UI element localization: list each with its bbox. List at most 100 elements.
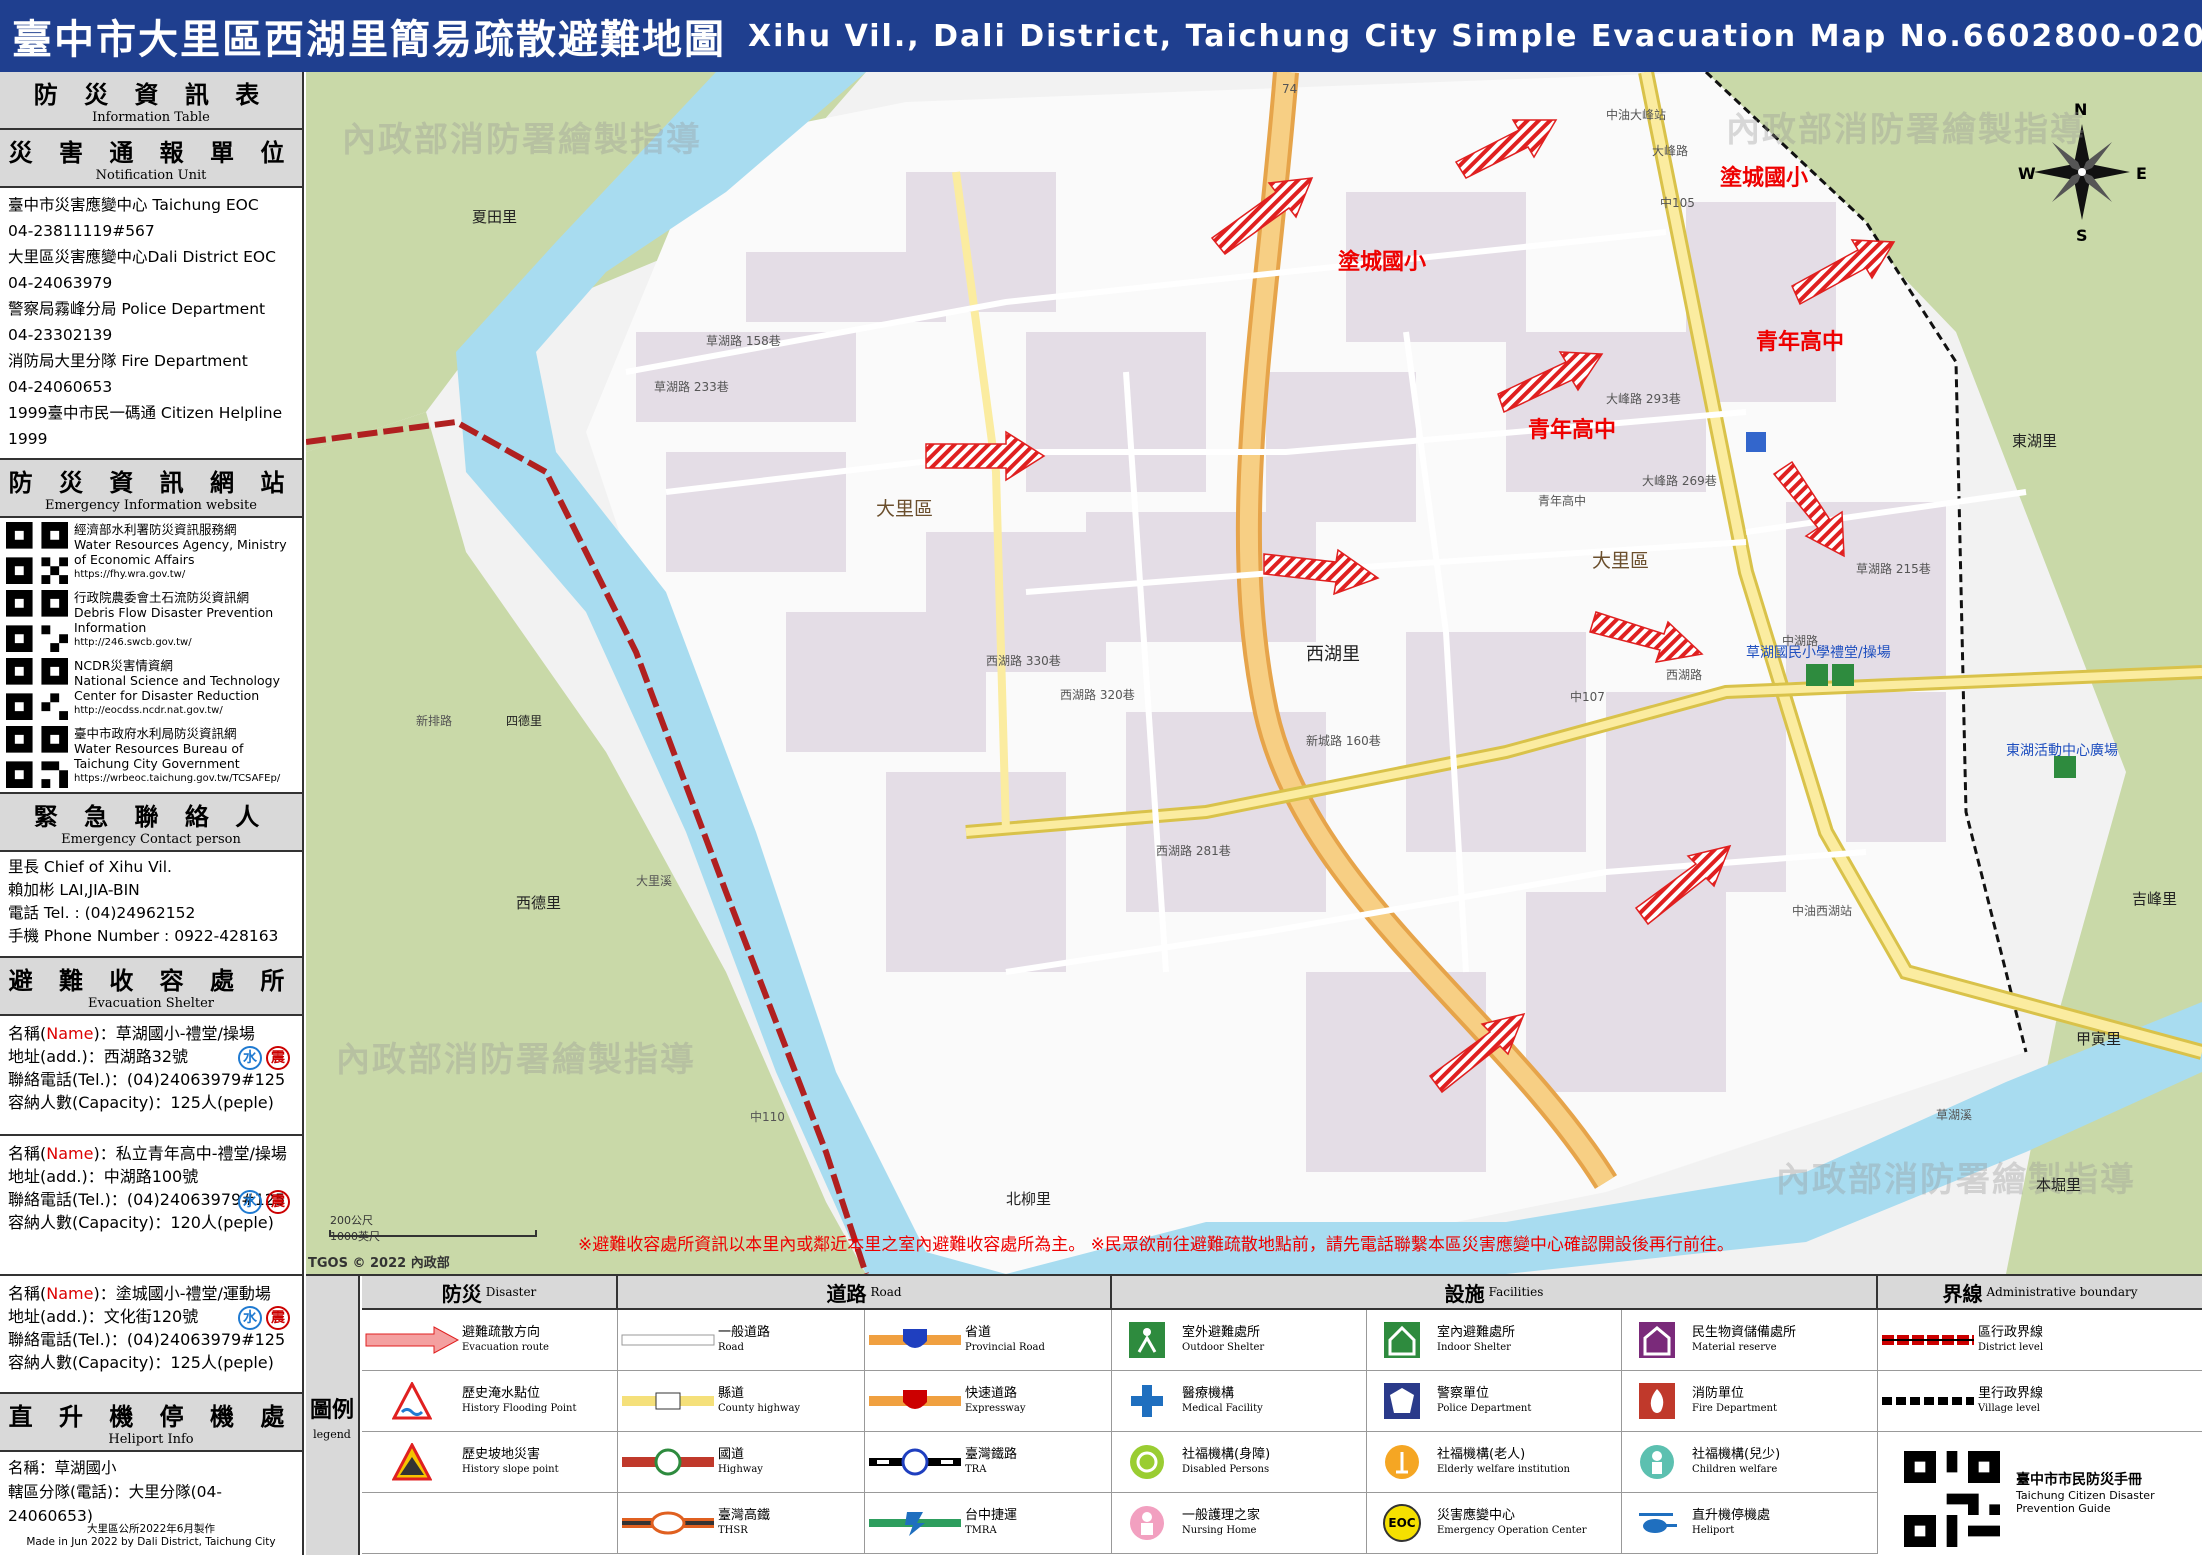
- shelter-name: 私立青年高中-禮堂/操場: [115, 1144, 287, 1163]
- shelter-notice: ※避難收容處所資訊以本里內或鄰近本里之室內避難收容處所為主。 ※民眾欲前往避難疏…: [578, 1235, 1734, 1255]
- website-name-en: Water Resources Agency, Ministry of Econ…: [74, 537, 287, 567]
- road-label: 大峰路: [1652, 144, 1689, 158]
- road-label: 草湖路 158巷: [706, 334, 781, 348]
- made-by-zh: 大里區公所2022年6月製作: [87, 1523, 215, 1535]
- area-label: 東湖里: [2012, 432, 2058, 450]
- notification-line: 1999: [8, 430, 48, 448]
- website-url[interactable]: https://fhy.wra.gov.tw/: [74, 567, 296, 582]
- name-suffix: )：: [93, 1284, 116, 1303]
- heliport-title: 直 升 機 停 機 處: [8, 1403, 294, 1431]
- flood-shelter-badge: 水: [238, 1190, 262, 1214]
- expressway-symbol: [869, 1390, 961, 1409]
- shelter-title: 避 難 收 容 處 所: [8, 967, 294, 995]
- notification-line: 04-23302139: [8, 326, 113, 344]
- road-label: 新排路: [416, 714, 453, 728]
- caohu-school-label: 草湖國民小學禮堂/操場: [1746, 645, 1891, 661]
- disaster-guide-qr-icon[interactable]: [1904, 1451, 2000, 1547]
- legend-highway: 國道 Highway: [618, 1432, 865, 1493]
- website-name-en: Debris Flow Disaster Prevention Informat…: [74, 605, 274, 635]
- info-table-title: 防 災 資 訊 表: [33, 81, 269, 109]
- legend-title: 圖例 legend: [306, 1276, 360, 1555]
- quake-shelter-badge: 震: [266, 1306, 290, 1330]
- map-legend: 圖例 legend 防災 Disaster 道路 Road 設施 Facilities…: [306, 1274, 2202, 1555]
- county-highway-symbol: [622, 1392, 714, 1410]
- notification-list: 臺中市災害應變中心 Taichung EOC 04-23811119#567 大…: [0, 188, 302, 458]
- watermark: 內政部消防署繪製指導: [1776, 1160, 2136, 1200]
- road-label: 中油西湖站: [1792, 904, 1853, 918]
- website-item[interactable]: 經濟部水利署防災資訊服務網 Water Resources Agency, Min…: [0, 518, 302, 586]
- legend-district-boundary: 區行政界線 District level: [1878, 1310, 2202, 1371]
- info-table-header: 防 災 資 訊 表 Information Table: [0, 72, 302, 130]
- shelter-capacity: 容納人數(Capacity)：120人(peple): [8, 1213, 274, 1232]
- scale-feet: 1000英尺: [330, 1230, 380, 1243]
- website-item[interactable]: NCDR災害情資網 National Science and Technology…: [0, 654, 302, 722]
- name-suffix: )：: [93, 1024, 116, 1043]
- heliport-subtitle: Heliport Info: [108, 1432, 194, 1447]
- disaster-guide-label: 臺中市市民防災手冊 Taichung Citizen Disaster Prev…: [2016, 1471, 2155, 1515]
- heliport-line: 轄區分隊(電話)：大里分隊(04-24060653): [8, 1483, 222, 1525]
- notification-line: 警察局霧峰分局 Police Department: [8, 300, 266, 318]
- shelter-header: 避 難 收 容 處 所 Evacuation Shelter: [0, 956, 302, 1016]
- evacuation-map[interactable]: N S E W 內政部消防署繪製指導 內政部消防署繪製指導 內政部消防署繪製指導…: [306, 72, 2202, 1274]
- road-label: 草湖路 233巷: [654, 380, 729, 394]
- legend-village-boundary: 里行政界線 Village level: [1878, 1371, 2202, 1432]
- area-label: 西德里: [516, 894, 562, 912]
- legend-disabled-welfare: 社福機構(身障) Disabled Persons: [1112, 1432, 1367, 1493]
- legend-children-welfare: 社福機構(兒少) Children welfare: [1622, 1432, 1878, 1493]
- website-url[interactable]: https://wrbeoc.taichung.gov.tw/TCSAFEp/: [74, 771, 296, 786]
- guide-zh: 臺中市市民防災手冊: [2016, 1472, 2142, 1488]
- notification-title: 災 害 通 報 單 位: [8, 139, 294, 167]
- area-label: 吉峰里: [2132, 890, 2178, 908]
- shelter-address: 地址(add.)：西湖路32號: [8, 1047, 189, 1066]
- area-label: 西湖里: [1306, 644, 1360, 665]
- legend-eoc: EOC 災害應變中心 Emergency Operation Center: [1367, 1493, 1622, 1554]
- map-canvas: [306, 72, 2202, 1274]
- area-label: 大里區: [876, 498, 934, 520]
- shelter-capacity: 容納人數(Capacity)：125人(peple): [8, 1093, 274, 1112]
- guide-en-2: Prevention Guide: [2016, 1502, 2111, 1515]
- shelter-name: 草湖國小-禮堂/操場: [115, 1024, 255, 1043]
- road-label: 草湖溪: [1936, 1108, 1973, 1122]
- legend-police: 警察單位 Police Department: [1367, 1371, 1622, 1432]
- highway-symbol: [622, 1448, 714, 1476]
- website-url[interactable]: http://246.swcb.gov.tw/: [74, 635, 296, 650]
- name-word: Name: [46, 1144, 94, 1163]
- medical-icon: [1131, 1385, 1163, 1417]
- info-table-subtitle: Information Table: [92, 110, 210, 125]
- hsr-symbol: [622, 1511, 714, 1535]
- road-label: 西湖路 281巷: [1156, 844, 1231, 858]
- shelter-item: 名稱(Name)：塗城國小-禮堂/運動場 地址(add.)：文化街120號 水震…: [0, 1276, 302, 1394]
- legend-material-reserve: 民生物資儲備處所 Material reserve: [1622, 1310, 1878, 1371]
- website-item[interactable]: 行政院農委會土石流防災資訊網 Debris Flow Disaster Preve…: [0, 586, 302, 654]
- website-url[interactable]: http://eocdss.ncdr.nat.gov.tw/: [74, 703, 296, 718]
- legend-title-en: legend: [313, 1428, 351, 1441]
- road-label: 大峰路 269巷: [1642, 474, 1717, 488]
- road-label: 中湖路: [1782, 634, 1819, 648]
- children-welfare-icon: [1640, 1445, 1674, 1479]
- tgos-credit: TGOS © 2022 內政部: [308, 1256, 450, 1271]
- watermark: 內政部消防署繪製指導: [342, 120, 702, 160]
- landslide-warning-icon: [392, 1443, 432, 1481]
- road-label: 中105: [1660, 196, 1695, 210]
- website-item[interactable]: 臺中市政府水利局防災資訊網 Water Resources Bureau of T…: [0, 722, 302, 790]
- shelter-capacity: 容納人數(Capacity)：125人(peple): [8, 1353, 274, 1372]
- map-title-en: Xihu Vil., Dali District, Taichung City …: [748, 18, 2202, 54]
- websites-subtitle: Emergency Information website: [45, 498, 257, 513]
- notification-line: 臺中市災害應變中心 Taichung EOC: [8, 196, 259, 214]
- legend-flooding-point: 歷史淹水點位 History Flooding Point: [362, 1371, 618, 1432]
- map-title-zh: 臺中市大里區西湖里簡易疏散避難地圖: [12, 17, 726, 63]
- scale-meters: 200公尺: [330, 1214, 373, 1227]
- legend-medical: 醫療機構 Medical Facility: [1112, 1371, 1367, 1432]
- website-name: NCDR災害情資網: [74, 658, 173, 673]
- website-name: 經濟部水利署防災資訊服務網: [74, 522, 237, 537]
- scale-labels: 200公尺 1000英尺: [330, 1212, 380, 1244]
- helicopter-icon: [1639, 1513, 1677, 1533]
- legend-empty: [362, 1493, 618, 1554]
- railway-symbol: [869, 1448, 961, 1476]
- police-icon: [1384, 1383, 1420, 1419]
- quake-shelter-badge: 震: [266, 1190, 290, 1214]
- flood-shelter-badge: 水: [238, 1046, 262, 1070]
- shelter-label-qingnian: 青年高中: [1756, 330, 1845, 355]
- legend-road-header: 道路 Road: [618, 1276, 1112, 1310]
- contact-list: 里長 Chief of Xihu Vil. 賴加彬 LAI,JIA-BIN 電話…: [0, 852, 302, 956]
